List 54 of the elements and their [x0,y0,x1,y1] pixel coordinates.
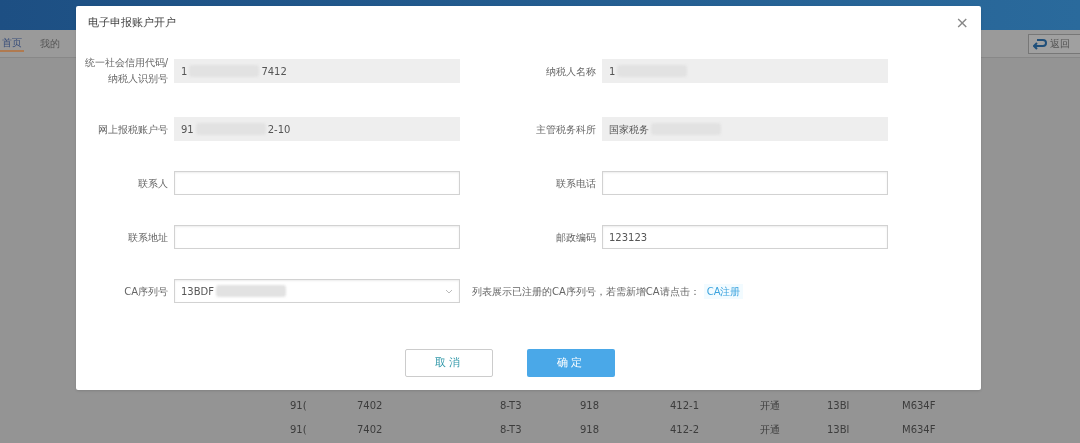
nav-tab[interactable]: 我的 [38,36,62,51]
field-label: 统一社会信用代码/纳税人识别号 [83,56,169,86]
field-label: 联系电话 [555,176,597,191]
field-value: 7412 [261,64,287,79]
input-field[interactable]: 1 [602,59,888,83]
input-field[interactable] [174,225,460,249]
table-cell-text: 91( [290,423,307,437]
field-label: 主管税务科所 [535,122,597,137]
hint-text: 列表展示已注册的CA序列号，若需新增CA请点击： [472,284,700,299]
dialog-title: 电子申报账户开户 [88,14,176,31]
cancel-button[interactable]: 取消 [404,349,493,377]
confirm-button[interactable]: 确定 [526,349,615,377]
field-label: 联系人 [137,176,169,191]
table-cell-text: M634F [902,399,936,413]
back-label: 返回 [1050,37,1070,51]
table-cell-text: 开通 [760,399,780,413]
field-value: 2-10 [267,122,291,137]
field-value: 123123 [609,230,648,245]
back-button[interactable]: 返回 [1028,33,1080,54]
input-field[interactable]: 1 7412 [174,59,460,83]
field-label: 邮政编码 [555,230,597,245]
ca-register-link[interactable]: CA注册 [703,283,744,299]
field-label: 网上报税账户号 [97,122,169,137]
table-cell-text: 开通 [760,423,780,437]
table-cell-text: 13Bl [827,423,850,437]
nav-tab[interactable]: 首页 [0,35,24,52]
table-cell-text: 7402 [357,399,383,413]
field-value: 1 [181,64,188,79]
input-field[interactable]: 123123 [602,225,888,249]
chevron-down-icon [445,288,453,294]
table-cell-text: 918 [580,423,600,437]
field-value: 13BDF [181,284,215,299]
table-cell-text: 8-T3 [500,399,522,413]
table-cell-text: M634F [902,423,936,437]
table-cell-text: 412-1 [670,399,700,413]
close-button[interactable]: × [955,15,969,31]
input-field[interactable] [602,171,888,195]
table-cell-text: 13Bl [827,399,850,413]
field-label: CA序列号 [123,284,169,299]
ca-serial-select[interactable]: 13BDF [174,279,460,303]
field-label: 联系地址 [127,230,169,245]
field-value: 91 [181,122,194,137]
field-value: 国家税务 [609,122,649,137]
table-cell-text: 412-2 [670,423,700,437]
table-cell-text: 8-T3 [500,423,522,437]
return-arrow-icon [1033,37,1047,50]
table-cell-text: 918 [580,399,600,413]
table-cell-text: 91( [290,399,307,413]
field-value: 1 [609,64,616,79]
input-field[interactable]: 国家税务 [602,117,888,141]
input-field[interactable]: 91 2-10 [174,117,460,141]
table-cell-text: 7402 [357,423,383,437]
input-field[interactable] [174,171,460,195]
field-label: 纳税人名称 [545,64,597,79]
